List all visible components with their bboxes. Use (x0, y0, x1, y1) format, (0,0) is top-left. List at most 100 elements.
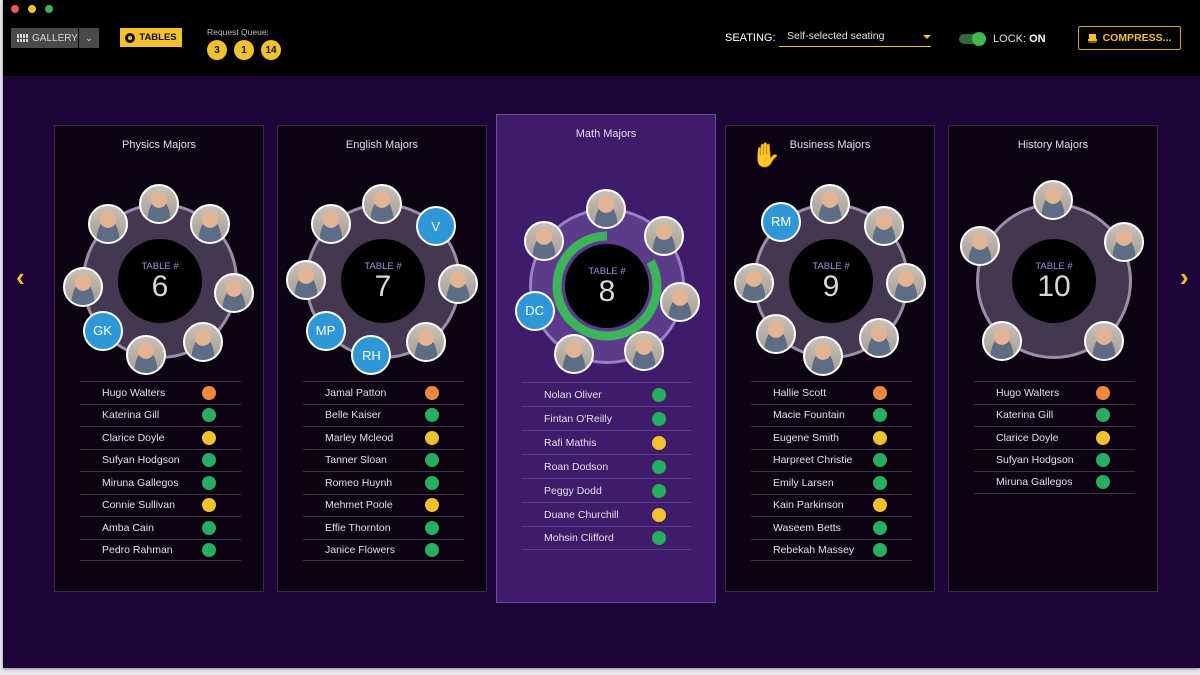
tables-view-button[interactable]: TABLES (120, 28, 182, 47)
roster-row[interactable]: Harpreet Christie (751, 448, 912, 472)
roster-row[interactable]: Miruna Gallegos (974, 471, 1135, 494)
roster-row[interactable]: Mohsin Clifford (522, 526, 691, 550)
roster-row[interactable]: Hugo Walters (80, 381, 241, 404)
roster-row[interactable]: Roan Dodson (522, 454, 691, 478)
lock-value: ON (1029, 33, 1046, 45)
participant-video-avatar[interactable] (63, 266, 104, 307)
participant-initials-avatar[interactable]: DC (514, 290, 555, 331)
participant-video-avatar[interactable] (885, 262, 926, 303)
participant-initials-avatar[interactable]: V (415, 206, 456, 247)
participant-initials-avatar[interactable]: GK (82, 310, 123, 351)
roster-row[interactable]: Sufyan Hodgson (974, 448, 1135, 472)
status-dot-icon (202, 430, 216, 445)
status-dot-icon (425, 385, 439, 400)
roster-row[interactable]: Janice Flowers (303, 538, 464, 561)
participant-name: Hallie Scott (773, 386, 827, 399)
participant-name: Emily Larsen (773, 476, 834, 489)
roster-row[interactable]: Katerina Gill (80, 403, 241, 427)
participant-video-avatar[interactable] (756, 313, 797, 354)
participant-video-avatar[interactable] (125, 334, 166, 375)
roster-row[interactable]: Pedro Rahman (80, 538, 241, 561)
roster-row[interactable]: Katerina Gill (974, 403, 1135, 427)
participant-initials-avatar[interactable]: RH (351, 335, 392, 376)
participant-name: Harpreet Christie (773, 454, 853, 467)
gallery-view-button[interactable]: GALLERY (11, 28, 78, 48)
lock-status: LOCK: ON (993, 33, 1046, 45)
roster-row[interactable]: Rafi Mathis (522, 430, 691, 454)
seating-select[interactable]: Self-selected seating (779, 27, 931, 47)
participant-video-avatar[interactable] (523, 221, 564, 262)
compress-button[interactable]: COMPRESS... (1078, 26, 1181, 50)
participant-video-avatar[interactable] (1084, 321, 1125, 362)
participant-video-avatar[interactable] (311, 203, 352, 244)
roster-row[interactable]: Marley Mcleod (303, 426, 464, 449)
participant-video-avatar[interactable] (88, 203, 129, 244)
participant-video-avatar[interactable] (810, 184, 850, 224)
participant-video-avatar[interactable] (405, 322, 446, 363)
raised-hand-icon[interactable]: ✋ (751, 141, 781, 170)
roster-row[interactable]: Belle Kaiser (303, 403, 464, 427)
roster-row[interactable]: Emily Larsen (751, 471, 912, 494)
table-card[interactable]: Physics Majors TABLE #6 GK Hugo Walters Kate… (54, 125, 264, 592)
roster-row[interactable]: Duane Churchill (522, 502, 691, 526)
participant-video-avatar[interactable] (660, 282, 701, 323)
request-queue-badge[interactable]: 14 (261, 40, 281, 60)
roster-row[interactable]: Hugo Walters (974, 381, 1135, 404)
participant-video-avatar[interactable] (858, 318, 899, 359)
request-queue-badge[interactable]: 3 (207, 40, 227, 60)
roster-row[interactable]: Macie Fountain (751, 403, 912, 427)
participant-video-avatar[interactable] (189, 203, 230, 244)
table-card[interactable]: History Majors TABLE #10 Hugo Walters Kater… (948, 125, 1158, 592)
roster-row[interactable]: Effie Thornton (303, 516, 464, 539)
participant-video-avatar[interactable] (586, 189, 626, 229)
participant-video-avatar[interactable] (182, 322, 223, 363)
participant-video-avatar[interactable] (803, 335, 844, 376)
roster-row[interactable]: Connie Sullivan (80, 493, 241, 517)
participant-video-avatar[interactable] (213, 273, 254, 314)
roster-row[interactable]: Waseem Betts (751, 516, 912, 539)
roster-row[interactable]: Jamal Patton (303, 381, 464, 404)
roster-row[interactable]: Rebekah Massey (751, 538, 912, 561)
participant-video-avatar[interactable] (1103, 222, 1144, 263)
participant-video-avatar[interactable] (437, 263, 478, 304)
close-window-button[interactable] (11, 5, 19, 13)
participant-video-avatar[interactable] (362, 184, 402, 224)
request-queue-badge[interactable]: 1 (234, 40, 254, 60)
roster-row[interactable]: Clarice Doyle (974, 426, 1135, 449)
roster-row[interactable]: Romeo Huynh (303, 471, 464, 494)
participant-video-avatar[interactable] (624, 330, 664, 371)
maximize-window-button[interactable] (45, 5, 53, 13)
roster-row[interactable]: Nolan Oliver (522, 382, 691, 406)
minimize-window-button[interactable] (28, 5, 36, 13)
participant-video-avatar[interactable] (863, 206, 904, 247)
status-dot-icon (652, 435, 666, 450)
roster-row[interactable]: Kain Parkinson (751, 493, 912, 517)
participant-name: Romeo Huynh (325, 476, 393, 489)
table-card[interactable]: English Majors TABLE #7 V RH MP Jamal Patton B… (277, 125, 487, 592)
participant-video-avatar[interactable] (286, 260, 326, 300)
participant-video-avatar[interactable] (139, 184, 179, 224)
participant-video-avatar[interactable] (644, 216, 685, 257)
roster-row[interactable]: Peggy Dodd (522, 478, 691, 502)
roster-row[interactable]: Eugene Smith (751, 426, 912, 449)
view-dropdown-button[interactable]: ⌄ (79, 28, 99, 48)
participant-video-avatar[interactable] (981, 321, 1022, 362)
table-card[interactable]: Business Majors ✋ TABLE #9 RM Hallie Scott Ma… (725, 125, 935, 592)
previous-page-arrow[interactable]: ‹ (16, 264, 25, 290)
participant-initials-avatar[interactable]: RM (761, 201, 802, 242)
roster-row[interactable]: Amba Cain (80, 516, 241, 539)
lock-toggle[interactable] (959, 32, 986, 46)
participant-initials-avatar[interactable]: MP (305, 310, 346, 351)
roster-row[interactable]: Tanner Sloan (303, 448, 464, 472)
roster-row[interactable]: Hallie Scott (751, 381, 912, 404)
participant-video-avatar[interactable] (553, 333, 594, 374)
participant-video-avatar[interactable] (734, 262, 775, 303)
roster-row[interactable]: Sufyan Hodgson (80, 448, 241, 472)
participant-video-avatar[interactable] (1033, 180, 1073, 220)
roster-row[interactable]: Mehmet Poole (303, 493, 464, 517)
roster-row[interactable]: Fintan O'Reilly (522, 406, 691, 430)
roster-row[interactable]: Miruna Gallegos (80, 471, 241, 494)
table-card[interactable]: Math Majors TABLE #8 DC Nolan Oliver Fintan … (496, 114, 716, 603)
next-page-arrow[interactable]: › (1180, 264, 1189, 290)
roster-row[interactable]: Clarice Doyle (80, 426, 241, 449)
